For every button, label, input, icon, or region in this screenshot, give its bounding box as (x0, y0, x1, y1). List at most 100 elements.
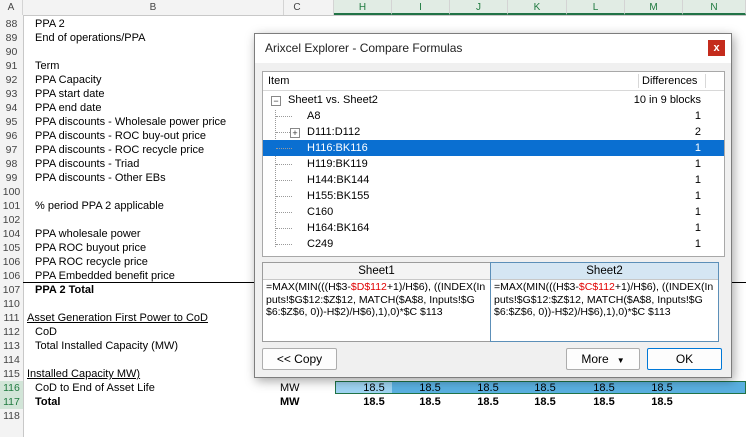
row-label[interactable]: Asset Generation First Power to CoD (27, 311, 208, 325)
row-number[interactable]: 101 (0, 199, 23, 213)
value-cell[interactable]: 18.5 (585, 381, 623, 395)
value-cell[interactable]: 18.5 (643, 395, 681, 409)
row-number[interactable]: 105 (0, 241, 23, 255)
column-header[interactable]: M (625, 0, 683, 15)
column-header[interactable]: N (683, 0, 746, 15)
value-cell[interactable]: 18.5 (469, 381, 507, 395)
row-number[interactable]: 113 (0, 339, 23, 353)
row-label[interactable]: PPA start date (35, 87, 105, 101)
column-header[interactable]: H (334, 0, 392, 15)
row-label[interactable]: PPA Embedded benefit price (35, 269, 175, 283)
row-label[interactable]: Installed Capacity MW) (27, 367, 140, 381)
column-header[interactable]: I (392, 0, 450, 15)
row-number[interactable]: 104 (0, 227, 23, 241)
row-number[interactable]: 96 (0, 129, 23, 143)
row-number[interactable]: 92 (0, 73, 23, 87)
row-number[interactable]: 112 (0, 325, 23, 339)
row-label[interactable]: CoD to End of Asset Life (35, 381, 155, 395)
header-differences[interactable]: Differences (642, 75, 697, 87)
tree-item[interactable]: H116:BK116 1 (263, 140, 724, 156)
row-label[interactable]: CoD (35, 325, 57, 339)
row-number[interactable]: 114 (0, 353, 23, 367)
sheet1-formula[interactable]: =MAX(MIN(((H$3-$D$112+1)/H$6), ((INDEX(I… (266, 281, 488, 319)
column-header[interactable]: L (567, 0, 625, 15)
row-number[interactable]: 90 (0, 45, 23, 59)
row-number[interactable]: 116 (0, 381, 23, 395)
column-header[interactable]: A (0, 0, 23, 15)
row-number[interactable]: 102 (0, 213, 23, 227)
header-item[interactable]: Item (268, 75, 289, 87)
tree-item[interactable]: H164:BK164 1 (263, 220, 724, 236)
row-label[interactable]: PPA discounts - Triad (35, 157, 139, 171)
ok-button[interactable]: OK (647, 348, 722, 370)
differences-tree[interactable]: Item Differences − Sheet1 vs. Sheet2 10 in… (262, 71, 725, 257)
column-header[interactable]: K (508, 0, 567, 15)
row-label[interactable]: Total Installed Capacity (MW) (35, 339, 178, 353)
sheet2-formula[interactable]: =MAX(MIN(((H$3-$C$112+1)/H$6), ((INDEX(I… (494, 281, 716, 319)
row-label[interactable]: PPA end date (35, 101, 101, 115)
row-label[interactable]: PPA 2 (35, 17, 65, 31)
value-cell[interactable]: 18.5 (585, 395, 623, 409)
copy-button[interactable]: << Copy (262, 348, 337, 370)
value-cell[interactable]: 18.5 (355, 381, 393, 395)
value-cell[interactable]: 18.5 (469, 395, 507, 409)
row-number[interactable]: 100 (0, 185, 23, 199)
column-header[interactable]: J (450, 0, 508, 15)
sheet2-formula-panel[interactable]: Sheet2 =MAX(MIN(((H$3-$C$112+1)/H$6), ((… (490, 262, 719, 342)
row-number[interactable]: 97 (0, 143, 23, 157)
dialog-titlebar[interactable]: Arixcel Explorer - Compare Formulas x (255, 34, 731, 63)
row-label[interactable]: PPA 2 Total (35, 283, 94, 297)
row-label[interactable]: Total (35, 395, 60, 409)
row-number[interactable]: 110 (0, 297, 23, 311)
tree-item[interactable]: H119:BK119 1 (263, 156, 724, 172)
tree-item[interactable]: H155:BK155 1 (263, 188, 724, 204)
row-number[interactable]: 115 (0, 367, 23, 381)
column-header[interactable]: B (23, 0, 284, 15)
row-label[interactable]: End of operations/PPA (35, 31, 145, 45)
value-cell[interactable]: 18.5 (355, 395, 393, 409)
row-label[interactable]: PPA ROC buyout price (35, 241, 146, 255)
value-cell[interactable]: 18.5 (643, 381, 681, 395)
value-cell[interactable]: 18.5 (526, 395, 564, 409)
tree-item[interactable]: H144:BK144 1 (263, 172, 724, 188)
more-button[interactable]: More ▼ (566, 348, 640, 370)
row-label[interactable]: PPA discounts - ROC buy-out price (35, 129, 206, 143)
row-label[interactable]: PPA Capacity (35, 73, 101, 87)
close-button[interactable]: x (708, 40, 725, 56)
value-cell[interactable]: 18.5 (411, 395, 449, 409)
row-number[interactable]: 117 (0, 395, 23, 409)
tree-item[interactable]: − Sheet1 vs. Sheet2 10 in 9 blocks (263, 92, 724, 108)
tree-item[interactable]: C249 1 (263, 236, 724, 252)
row-number[interactable]: 118 (0, 409, 23, 423)
row-number[interactable]: 93 (0, 87, 23, 101)
row-label[interactable]: PPA discounts - Wholesale power price (35, 115, 226, 129)
row-number[interactable]: 89 (0, 31, 23, 45)
value-cell[interactable]: 18.5 (411, 381, 449, 395)
row-label[interactable]: PPA discounts - Other EBs (35, 171, 166, 185)
row-label[interactable]: PPA ROC recycle price (35, 255, 148, 269)
row-number[interactable]: 94 (0, 101, 23, 115)
collapse-icon[interactable]: − (271, 96, 281, 106)
row-number[interactable]: 106 (0, 255, 23, 269)
row-label[interactable]: Term (35, 59, 59, 73)
row-number[interactable]: 95 (0, 115, 23, 129)
sheet1-formula-panel[interactable]: Sheet1 =MAX(MIN(((H$3-$D$112+1)/H$6), ((… (262, 262, 491, 342)
tree-item[interactable]: A8 1 (263, 108, 724, 124)
unit-cell[interactable]: MW (280, 381, 300, 395)
column-header[interactable]: C (261, 0, 334, 15)
row-number[interactable]: 99 (0, 171, 23, 185)
row-number[interactable]: 111 (0, 311, 23, 325)
tree-item[interactable]: + D111:D112 2 (263, 124, 724, 140)
tree-item[interactable]: C160 1 (263, 204, 724, 220)
row-number[interactable]: 107 (0, 283, 23, 297)
row-label[interactable]: PPA discounts - ROC recycle price (35, 143, 204, 157)
row-number[interactable]: 88 (0, 17, 23, 31)
row-number[interactable]: 91 (0, 59, 23, 73)
row-number[interactable]: 98 (0, 157, 23, 171)
row-label[interactable]: % period PPA 2 applicable (35, 199, 164, 213)
value-cell[interactable]: 18.5 (526, 381, 564, 395)
row-label[interactable]: PPA wholesale power (35, 227, 141, 241)
unit-cell[interactable]: MW (280, 395, 300, 409)
expand-icon[interactable]: + (290, 128, 300, 138)
row-number[interactable]: 106 (0, 269, 23, 283)
